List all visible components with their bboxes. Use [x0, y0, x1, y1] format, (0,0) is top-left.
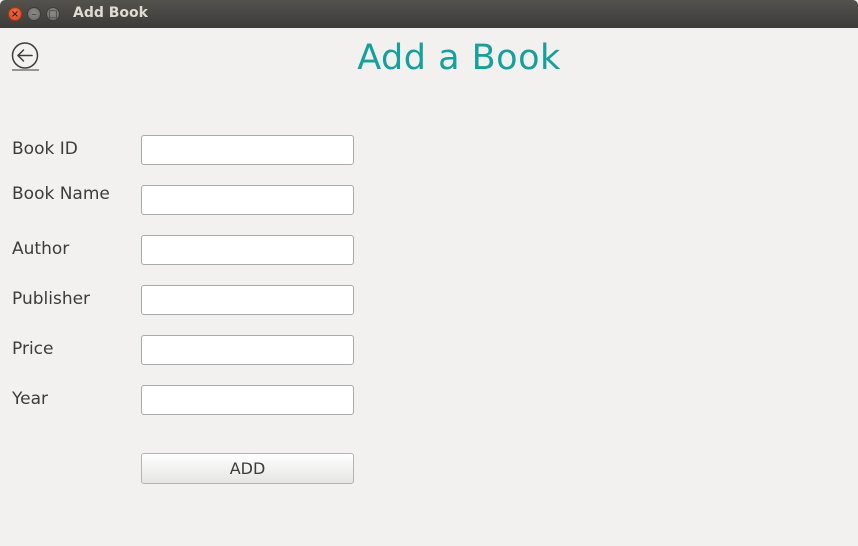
- book-id-label: Book ID: [12, 139, 78, 159]
- price-label: Price: [12, 339, 54, 359]
- add-button[interactable]: ADD: [141, 453, 354, 484]
- page-title: Add a Book: [357, 38, 561, 78]
- window-titlebar[interactable]: × – □ Add Book: [0, 0, 858, 28]
- arrow-left-circle-icon: [11, 42, 39, 71]
- app-window: × – □ Add Book Add a Book Book ID Book N…: [0, 0, 858, 546]
- publisher-field[interactable]: [141, 285, 354, 315]
- window-minimize-button[interactable]: –: [27, 7, 41, 21]
- year-field[interactable]: [141, 385, 354, 415]
- price-field[interactable]: [141, 335, 354, 365]
- book-id-field[interactable]: [141, 135, 354, 165]
- year-label: Year: [12, 389, 48, 409]
- publisher-label: Publisher: [12, 289, 91, 309]
- author-field[interactable]: [141, 235, 354, 265]
- back-button[interactable]: [11, 42, 40, 71]
- author-label: Author: [12, 239, 70, 259]
- book-name-field[interactable]: [141, 185, 354, 215]
- window-maximize-button[interactable]: □: [46, 7, 60, 21]
- window-title: Add Book: [73, 5, 148, 21]
- window-close-button[interactable]: ×: [8, 7, 22, 21]
- book-name-label: Book Name: [12, 184, 110, 204]
